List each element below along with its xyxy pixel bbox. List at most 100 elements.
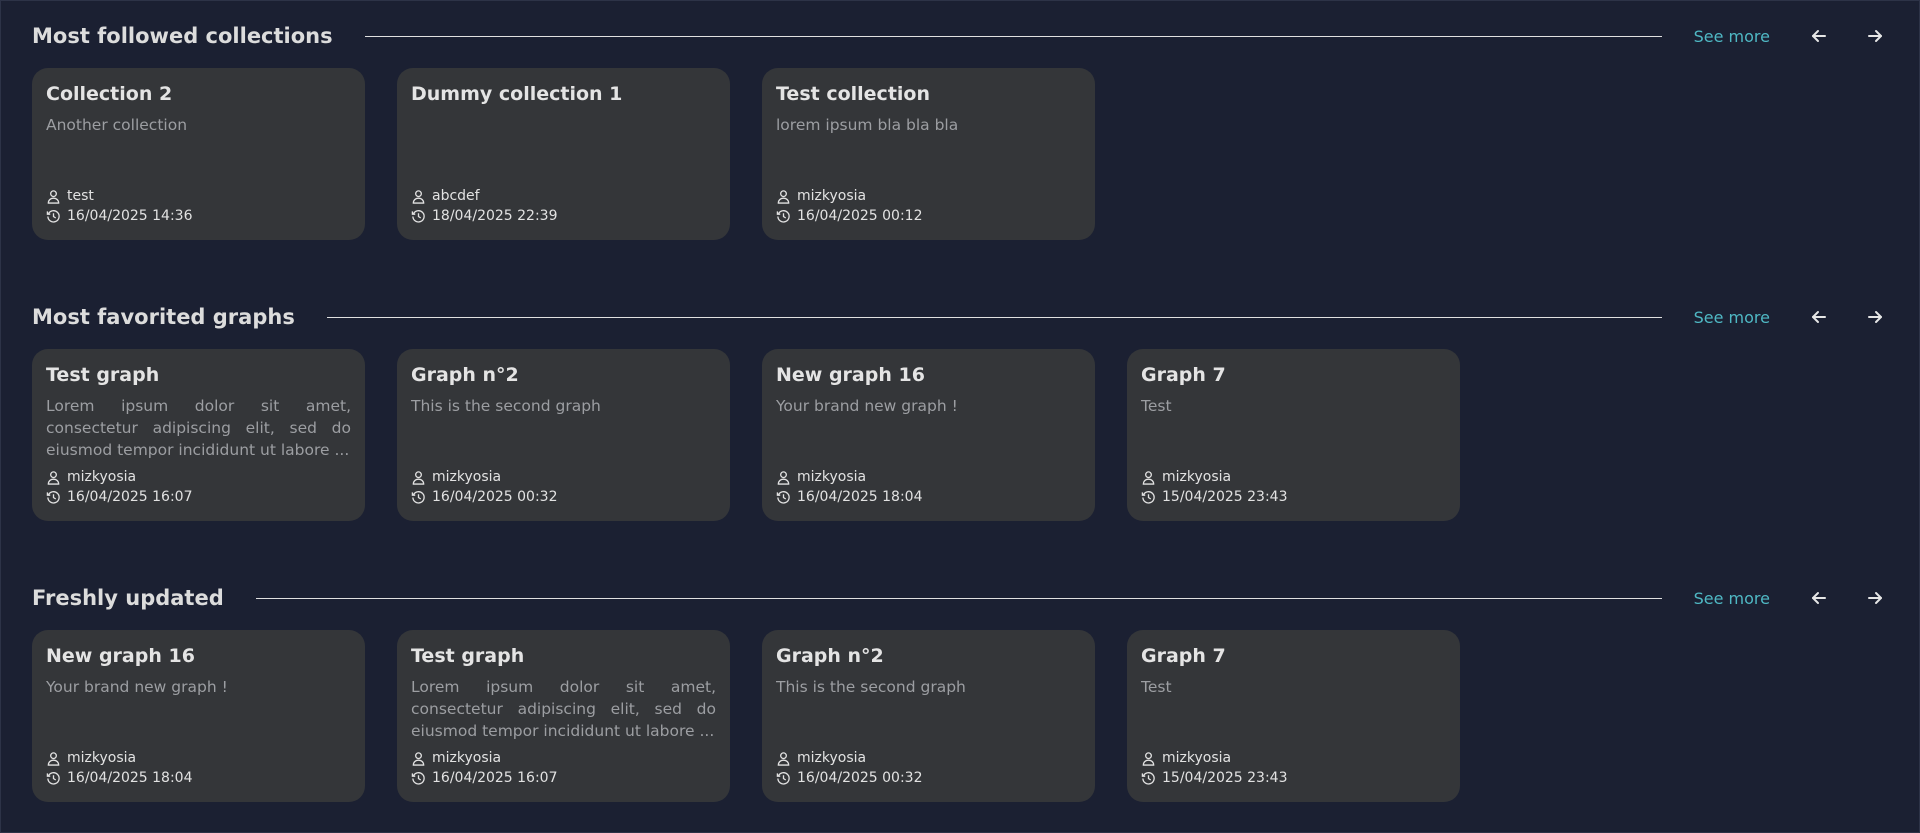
author-name: mizkyosia: [1162, 750, 1232, 766]
history-icon: [776, 490, 797, 505]
card-meta: mizkyosia 16/04/2025 00:32: [411, 467, 558, 507]
card-meta: mizkyosia 16/04/2025 18:04: [776, 467, 923, 507]
section-divider: [255, 597, 1662, 599]
user-icon: [776, 189, 797, 204]
user-icon: [411, 189, 432, 204]
date-row: 16/04/2025 18:04: [46, 768, 193, 788]
card-title: Graph 7: [1141, 364, 1226, 386]
history-icon: [46, 771, 67, 786]
user-icon: [776, 751, 797, 766]
card[interactable]: Graph 7 Test mizkyosia 15/04/2025 23:43: [1127, 630, 1460, 802]
updated-date: 16/04/2025 14:36: [67, 208, 193, 224]
section-title: Most followed collections: [32, 24, 333, 48]
card[interactable]: Graph n°2 This is the second graph mizkyos…: [762, 630, 1095, 802]
section-title: Freshly updated: [32, 586, 224, 610]
see-more-link[interactable]: See more: [1694, 589, 1770, 608]
section-divider: [326, 316, 1662, 318]
card-title: Test collection: [776, 83, 930, 105]
user-icon: [776, 470, 797, 485]
card[interactable]: Collection 2 Another collection test 16/04/…: [32, 68, 365, 240]
date-row: 16/04/2025 16:07: [411, 768, 558, 788]
card[interactable]: New graph 16 Your brand new graph ! mizkyo…: [32, 630, 365, 802]
author-row: abcdef: [411, 186, 558, 206]
author-row: mizkyosia: [776, 748, 923, 768]
author-row: test: [46, 186, 193, 206]
card-description: This is the second graph: [776, 678, 966, 696]
card-meta: mizkyosia 16/04/2025 16:07: [411, 748, 558, 788]
section-2: Freshly updated See more New graph 16 Your …: [32, 580, 1888, 802]
date-row: 16/04/2025 00:32: [411, 487, 558, 507]
card-description: Another collection: [46, 116, 188, 134]
card-meta: mizkyosia 16/04/2025 00:32: [776, 748, 923, 788]
author-name: abcdef: [432, 188, 480, 204]
card[interactable]: Test graph Lorem ipsum dolor sit amet, co…: [32, 349, 365, 521]
card-title: New graph 16: [776, 364, 925, 386]
history-icon: [1141, 490, 1162, 505]
author-row: mizkyosia: [411, 748, 558, 768]
card[interactable]: Graph n°2 This is the second graph mizkyos…: [397, 349, 730, 521]
author-name: mizkyosia: [797, 188, 867, 204]
date-row: 16/04/2025 14:36: [46, 206, 193, 226]
updated-date: 18/04/2025 22:39: [432, 208, 558, 224]
arrow-right-icon[interactable]: [1862, 23, 1888, 49]
author-row: mizkyosia: [411, 467, 558, 487]
card-row: Test graph Lorem ipsum dolor sit amet, co…: [32, 349, 1888, 521]
author-name: mizkyosia: [797, 750, 867, 766]
section-title: Most favorited graphs: [32, 305, 295, 329]
arrow-left-icon[interactable]: [1806, 585, 1832, 611]
date-row: 15/04/2025 23:43: [1141, 768, 1288, 788]
card-title: Dummy collection 1: [411, 83, 623, 105]
card[interactable]: Test collection lorem ipsum bla bla bla mi…: [762, 68, 1095, 240]
author-name: mizkyosia: [1162, 469, 1232, 485]
section-divider: [364, 35, 1662, 37]
updated-date: 16/04/2025 18:04: [797, 489, 923, 505]
card-row: New graph 16 Your brand new graph ! mizkyo…: [32, 630, 1888, 802]
card-description: lorem ipsum bla bla bla: [776, 116, 959, 134]
date-row: 16/04/2025 18:04: [776, 487, 923, 507]
see-more-link[interactable]: See more: [1694, 27, 1770, 46]
history-icon: [411, 771, 432, 786]
date-row: 15/04/2025 23:43: [1141, 487, 1288, 507]
section-header: Most favorited graphs See more: [32, 299, 1888, 335]
section-0: Most followed collections See more Collect…: [32, 18, 1888, 240]
card-description: [411, 114, 716, 180]
card-description: Your brand new graph !: [776, 397, 958, 415]
card-description: Test: [1141, 397, 1172, 415]
card-title: New graph 16: [46, 645, 195, 667]
author-row: mizkyosia: [776, 186, 923, 206]
see-more-link[interactable]: See more: [1694, 308, 1770, 327]
card[interactable]: New graph 16 Your brand new graph ! mizkyo…: [762, 349, 1095, 521]
card-meta: mizkyosia 16/04/2025 18:04: [46, 748, 193, 788]
updated-date: 15/04/2025 23:43: [1162, 770, 1288, 786]
author-name: mizkyosia: [67, 469, 137, 485]
section-header: Most followed collections See more: [32, 18, 1888, 54]
arrow-left-icon[interactable]: [1806, 304, 1832, 330]
card[interactable]: Dummy collection 1 abcdef 18/04/2025 22:39: [397, 68, 730, 240]
date-row: 16/04/2025 00:12: [776, 206, 923, 226]
user-icon: [46, 189, 67, 204]
card-meta: mizkyosia 15/04/2025 23:43: [1141, 467, 1288, 507]
updated-date: 16/04/2025 00:12: [797, 208, 923, 224]
history-icon: [776, 771, 797, 786]
section-1: Most favorited graphs See more Test graph L…: [32, 299, 1888, 521]
card-description: Test: [1141, 678, 1172, 696]
card-meta: mizkyosia 16/04/2025 00:12: [776, 186, 923, 226]
updated-date: 16/04/2025 16:07: [67, 489, 193, 505]
arrow-right-icon[interactable]: [1862, 585, 1888, 611]
history-icon: [46, 490, 67, 505]
date-row: 16/04/2025 00:32: [776, 768, 923, 788]
date-row: 18/04/2025 22:39: [411, 206, 558, 226]
author-name: mizkyosia: [432, 750, 502, 766]
history-icon: [411, 490, 432, 505]
card[interactable]: Test graph Lorem ipsum dolor sit amet, co…: [397, 630, 730, 802]
arrow-left-icon[interactable]: [1806, 23, 1832, 49]
card-title: Test graph: [46, 364, 160, 386]
card-description: Your brand new graph !: [46, 678, 228, 696]
updated-date: 16/04/2025 00:32: [797, 770, 923, 786]
card-title: Graph n°2: [411, 364, 519, 386]
history-icon: [46, 209, 67, 224]
card-meta: test 16/04/2025 14:36: [46, 186, 193, 226]
card[interactable]: Graph 7 Test mizkyosia 15/04/2025 23:43: [1127, 349, 1460, 521]
section-header: Freshly updated See more: [32, 580, 1888, 616]
arrow-right-icon[interactable]: [1862, 304, 1888, 330]
